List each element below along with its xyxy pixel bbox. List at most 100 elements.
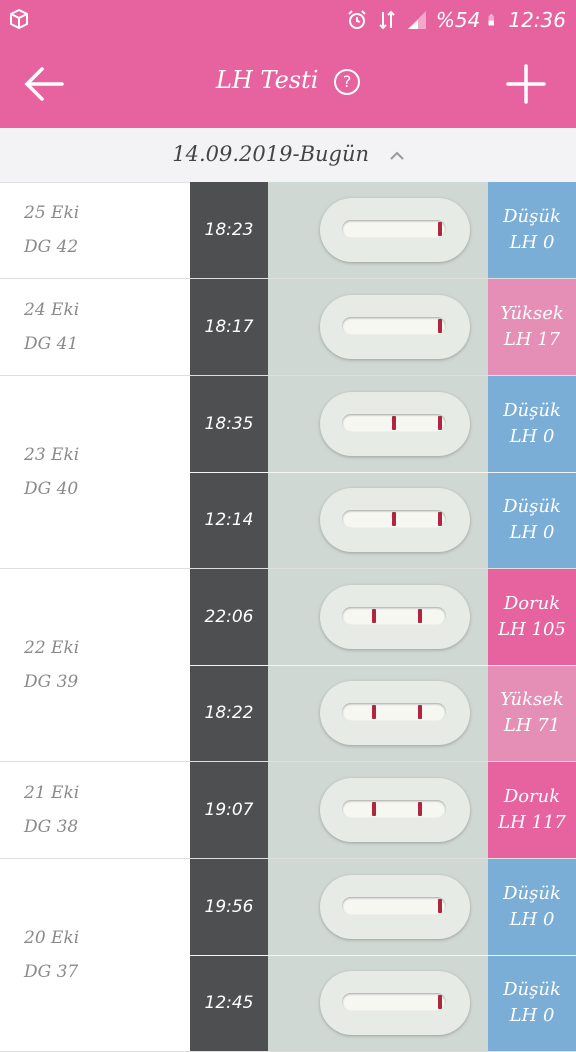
test-cassette <box>320 198 470 262</box>
lh-level: Doruk <box>503 786 561 807</box>
test-line <box>418 609 422 623</box>
lh-result-badge: Doruk LH 117 <box>488 762 576 858</box>
result-window <box>342 897 446 915</box>
lh-value: LH 71 <box>503 715 561 736</box>
cycle-day: DG 41 <box>24 334 79 354</box>
test-time: 22:06 <box>190 569 268 665</box>
lh-level: Düşük <box>503 496 561 517</box>
add-icon[interactable] <box>506 64 546 104</box>
test-entry[interactable]: 19:07 Doruk LH 117 <box>190 762 576 858</box>
status-bar: %54 12:36 <box>0 0 576 40</box>
test-cassette <box>320 681 470 745</box>
lh-result-badge: Düşük LH 0 <box>488 472 576 568</box>
test-entry[interactable]: 18:17 Yüksek LH 17 <box>190 279 576 375</box>
lh-value: LH 0 <box>509 1005 555 1026</box>
test-time: 12:45 <box>190 955 268 1051</box>
test-line <box>418 705 422 719</box>
test-strip-photo[interactable] <box>268 569 488 665</box>
day-date: 25 Eki <box>24 203 80 223</box>
test-time: 18:35 <box>190 376 268 472</box>
day-group: 24 Eki DG 41 18:17 Yüksek LH 17 <box>0 279 576 376</box>
clock: 12:36 <box>508 8 566 32</box>
battery-percent: %54 <box>435 8 481 32</box>
test-entry[interactable]: 22:06 Doruk LH 105 <box>190 569 576 665</box>
test-time: 19:07 <box>190 762 268 858</box>
test-line <box>438 319 442 333</box>
day-group: 22 Eki DG 39 22:06 Doruk LH 105 18:22 Yüksek LH… <box>0 569 576 762</box>
day-date: 20 Eki <box>24 928 80 948</box>
help-icon[interactable]: ? <box>334 68 361 95</box>
day-group: 25 Eki DG 42 18:23 Düşük LH 0 <box>0 182 576 279</box>
result-window <box>342 703 446 721</box>
result-window <box>342 220 446 238</box>
entry-divider <box>190 665 576 666</box>
test-line <box>438 416 442 430</box>
lh-value: LH 0 <box>509 232 555 253</box>
day-date-block: 25 Eki DG 42 <box>24 196 79 264</box>
app-box-icon <box>10 8 28 30</box>
test-cassette <box>320 875 470 939</box>
cycle-day: DG 39 <box>24 672 79 692</box>
test-time: 18:23 <box>190 182 268 278</box>
day-date-block: 22 Eki DG 39 <box>24 631 79 699</box>
day-date-block: 21 Eki DG 38 <box>24 776 79 844</box>
test-cassette <box>320 971 470 1035</box>
test-cassette <box>320 488 470 552</box>
test-entry[interactable]: 18:22 Yüksek LH 71 <box>190 665 576 761</box>
result-window <box>342 800 446 818</box>
test-cassette <box>320 778 470 842</box>
test-strip-photo[interactable] <box>268 279 488 375</box>
cycle-day: DG 40 <box>24 479 79 499</box>
lh-level: Düşük <box>503 883 561 904</box>
date-range[interactable]: 14.09.2019-Bugün <box>0 142 576 166</box>
day-date: 24 Eki <box>24 300 80 320</box>
lh-level: Doruk <box>503 593 561 614</box>
test-strip-photo[interactable] <box>268 955 488 1051</box>
data-transfer-icon <box>379 10 395 30</box>
lh-result-badge: Düşük LH 0 <box>488 376 576 472</box>
day-date-block: 20 Eki DG 37 <box>24 921 79 989</box>
lh-result-badge: Yüksek LH 71 <box>488 665 576 761</box>
lh-level: Yüksek <box>500 689 564 710</box>
test-strip-photo[interactable] <box>268 182 488 278</box>
lh-result-badge: Doruk LH 105 <box>488 569 576 665</box>
test-time: 19:56 <box>190 859 268 955</box>
test-strip-photo[interactable] <box>268 472 488 568</box>
test-entry[interactable]: 18:35 Düşük LH 0 <box>190 376 576 472</box>
status-right: %54 12:36 <box>346 6 566 34</box>
test-time: 12:14 <box>190 472 268 568</box>
day-date: 21 Eki <box>24 783 80 803</box>
lh-value: LH 105 <box>498 619 566 640</box>
test-entry[interactable]: 19:56 Düşük LH 0 <box>190 859 576 955</box>
test-time: 18:22 <box>190 665 268 761</box>
app-bar: LH Testi ? <box>0 40 576 128</box>
result-window <box>342 510 446 528</box>
test-strip-photo[interactable] <box>268 376 488 472</box>
test-line <box>372 802 376 816</box>
date-range-bar[interactable]: 14.09.2019-Bugün <box>0 128 576 183</box>
signal-icon <box>407 11 426 29</box>
test-line <box>438 995 442 1009</box>
cycle-day: DG 42 <box>24 237 79 257</box>
test-line <box>392 512 396 526</box>
test-strip-photo[interactable] <box>268 665 488 761</box>
test-cassette <box>320 585 470 649</box>
lh-result-badge: Düşük LH 0 <box>488 955 576 1051</box>
entry-divider <box>190 472 576 473</box>
lh-value: LH 0 <box>509 522 555 543</box>
test-entry[interactable]: 12:14 Düşük LH 0 <box>190 472 576 568</box>
test-cassette <box>320 392 470 456</box>
day-date-block: 24 Eki DG 41 <box>24 293 79 361</box>
result-window <box>342 317 446 335</box>
entry-divider <box>190 955 576 956</box>
day-date: 22 Eki <box>24 638 80 658</box>
date-range-label: 14.09.2019-Bugün <box>172 142 370 166</box>
test-strip-photo[interactable] <box>268 762 488 858</box>
test-entry[interactable]: 18:23 Düşük LH 0 <box>190 182 576 278</box>
test-line <box>372 609 376 623</box>
test-entry[interactable]: 12:45 Düşük LH 0 <box>190 955 576 1051</box>
test-strip-photo[interactable] <box>268 859 488 955</box>
day-date: 23 Eki <box>24 445 80 465</box>
result-window <box>342 414 446 432</box>
day-group: 23 Eki DG 40 18:35 Düşük LH 0 12:14 Düşük LH 0 <box>0 376 576 569</box>
